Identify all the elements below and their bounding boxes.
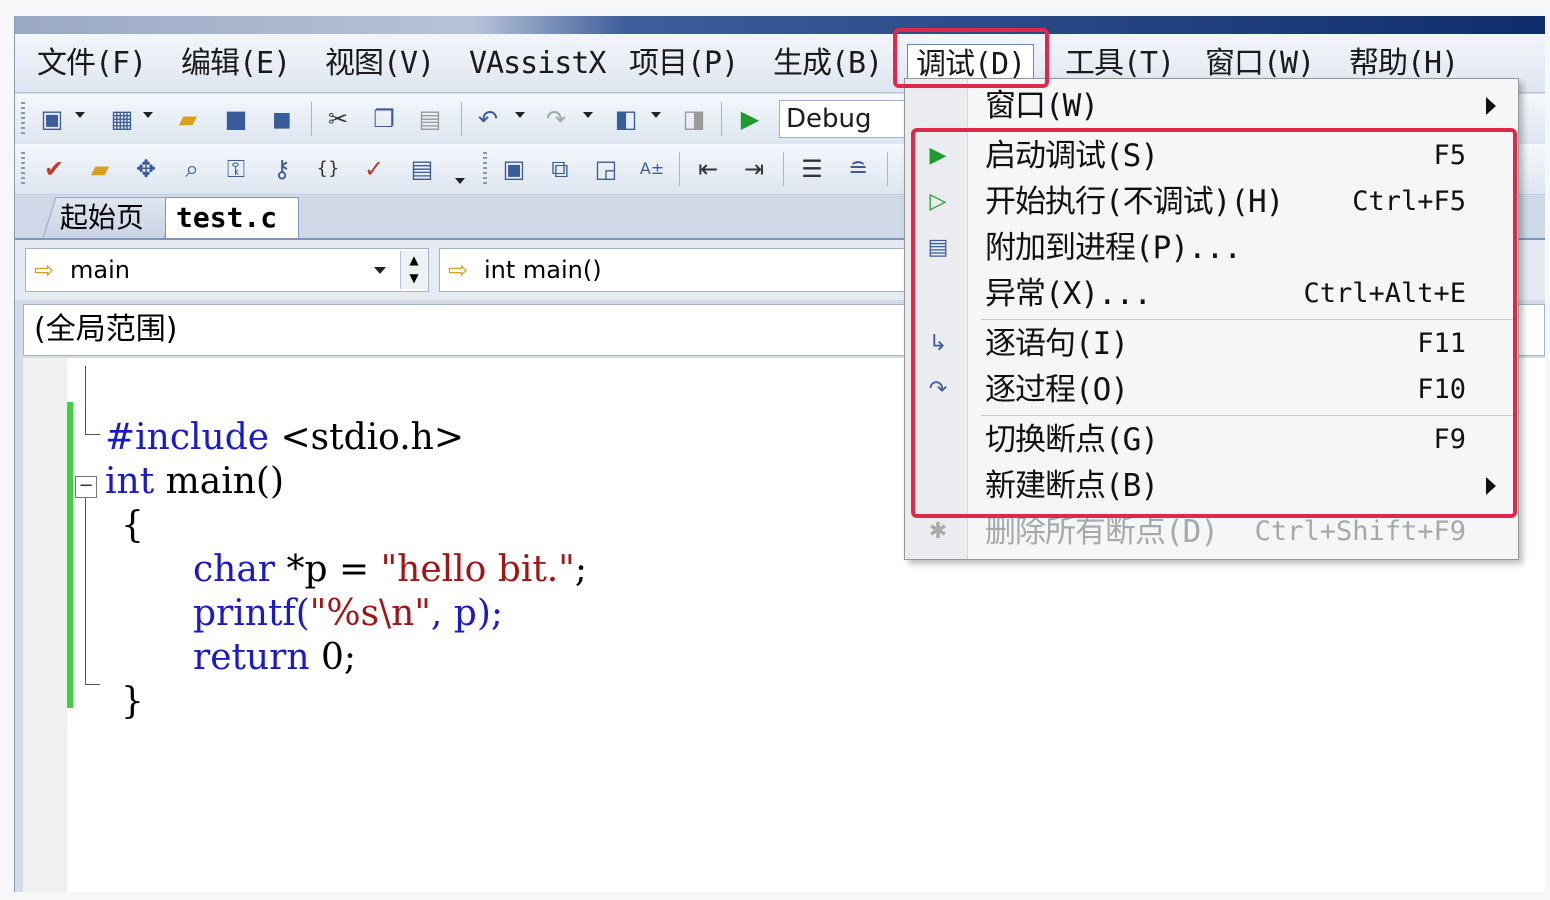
code-line-5: printf("%s\n", p); (193, 592, 503, 636)
menu-vassistx[interactable]: VAssistX (469, 44, 606, 84)
code-line-3: { (121, 505, 144, 546)
keyword: int (105, 461, 155, 502)
outline-line (85, 684, 100, 685)
cut-icon[interactable]: ✂ (323, 104, 353, 134)
quick-info-icon[interactable]: ◲ (591, 154, 621, 184)
new-project-icon[interactable]: ▣ (37, 104, 67, 134)
chevron-down-icon[interactable] (583, 112, 593, 118)
tab-start-page[interactable]: 起始页 (42, 197, 178, 238)
parameter-info-icon[interactable]: ⧉ (545, 154, 575, 184)
chevron-down-icon[interactable] (515, 112, 525, 118)
member-combo-value: int main() (484, 256, 602, 284)
open-file-icon[interactable]: ⚿ (221, 154, 251, 184)
function-arrow-icon: ⇨ (34, 256, 55, 284)
toolbar-separator (783, 152, 784, 186)
submenu-arrow-icon (1486, 97, 1496, 115)
string-literal: "%s\n" (309, 593, 431, 634)
open-header-icon[interactable]: ⚷ (267, 154, 297, 184)
keyword: return (193, 637, 310, 678)
toolbar-separator (679, 152, 680, 186)
string-literal: "hello bit." (380, 549, 575, 590)
title-bar (15, 16, 1545, 34)
undo-icon[interactable]: ↶ (473, 104, 503, 134)
chevron-down-icon[interactable] (75, 112, 85, 118)
scope-combo[interactable]: ⇨ main ▲ ▼ (25, 248, 429, 292)
debug-menu-highlight (893, 28, 1049, 88)
code-text: main() (154, 461, 285, 502)
paste-icon[interactable]: ▤ (407, 154, 437, 184)
menu-build[interactable]: 生成(B) (773, 44, 883, 84)
chevron-down-icon[interactable] (143, 112, 153, 118)
redo-icon[interactable]: ↷ (541, 104, 571, 134)
toolbar-separator (887, 152, 888, 186)
include-directive: #include (105, 417, 270, 458)
comment-out-icon[interactable]: ☰ (797, 154, 827, 184)
decrease-indent-icon[interactable]: ⇤ (693, 154, 723, 184)
include-header: <stdio.h> (269, 417, 465, 458)
scope-combo-value: main (70, 256, 130, 284)
menu-item-label: 窗口(W) (985, 88, 1099, 124)
tab-test-c[interactable]: test.c (165, 197, 299, 238)
outline-line (85, 366, 86, 434)
spell-check-icon[interactable]: ✓ (359, 154, 389, 184)
find-in-files-icon[interactable]: ✥ (131, 154, 161, 184)
navigate-forward-icon[interactable]: ◨ (679, 104, 709, 134)
outline-line (85, 434, 100, 435)
folder-icon[interactable]: ▰ (85, 154, 115, 184)
editor-gutter (23, 358, 67, 892)
tab-start-page-label: 起始页 (59, 201, 144, 234)
code-text: 0; (309, 637, 357, 678)
toolbar-separator (461, 102, 462, 136)
chevron-down-icon[interactable] (455, 178, 465, 184)
uncomment-icon[interactable]: ≘ (843, 154, 873, 184)
keyword: char (193, 549, 276, 590)
change-marker-bar (67, 402, 73, 708)
code-line-4: char *p = "hello bit."; (193, 548, 587, 592)
spin-button[interactable]: ▲ ▼ (400, 251, 427, 289)
code-text: ; (574, 549, 587, 590)
code-line-1: #include <stdio.h> (105, 416, 464, 460)
function-arrow-icon: ⇨ (448, 256, 469, 284)
toolbar-separator (721, 102, 722, 136)
open-folder-icon[interactable]: ▰ (173, 104, 203, 134)
navigate-backward-icon[interactable]: ◧ (611, 104, 641, 134)
insert-brace-icon[interactable]: {} (313, 154, 343, 184)
member-combo[interactable]: ⇨ int main() (439, 248, 919, 292)
save-icon[interactable]: ■ (221, 104, 251, 134)
find-icon[interactable]: ⌕ (177, 154, 207, 184)
code-text: , p); (430, 593, 504, 634)
code-line-2: int main() (105, 460, 284, 504)
task-icon[interactable]: ✔ (39, 154, 69, 184)
ide-window: 文件(F) 编辑(E) 视图(V) VAssistX 项目(P) 生成(B) 调… (14, 16, 1545, 892)
delete-breakpoints-icon: ✱ (928, 519, 948, 544)
code-line-7: } (121, 681, 144, 722)
debug-items-highlight (911, 128, 1517, 518)
add-item-icon[interactable]: ▦ (107, 104, 137, 134)
toolbar-grip[interactable] (483, 152, 487, 186)
code-text: printf( (193, 593, 310, 634)
save-all-icon[interactable]: ◼ (267, 104, 297, 134)
toolbar-grip[interactable] (21, 102, 25, 136)
toolbar-grip[interactable] (21, 152, 25, 186)
paste-icon[interactable]: ▤ (415, 104, 445, 134)
outline-line (85, 498, 86, 684)
complete-word-icon[interactable]: A± (637, 154, 667, 184)
code-line-6: return 0; (193, 636, 356, 680)
collapse-icon[interactable]: − (75, 476, 97, 498)
menu-edit[interactable]: 编辑(E) (181, 44, 291, 84)
chevron-down-icon[interactable] (651, 112, 661, 118)
menu-file[interactable]: 文件(F) (37, 44, 147, 84)
toolbar-separator (311, 102, 312, 136)
menu-view[interactable]: 视图(V) (325, 44, 435, 84)
member-list-icon[interactable]: ▣ (499, 154, 529, 184)
code-text: *p = (275, 549, 381, 590)
start-debugging-icon[interactable]: ▶ (735, 104, 765, 134)
menu-item-window[interactable]: 窗口(W) (905, 83, 1518, 129)
chevron-down-icon[interactable] (374, 267, 386, 274)
menu-project[interactable]: 项目(P) (629, 44, 739, 84)
copy-icon[interactable]: ❐ (369, 104, 399, 134)
increase-indent-icon[interactable]: ⇥ (739, 154, 769, 184)
